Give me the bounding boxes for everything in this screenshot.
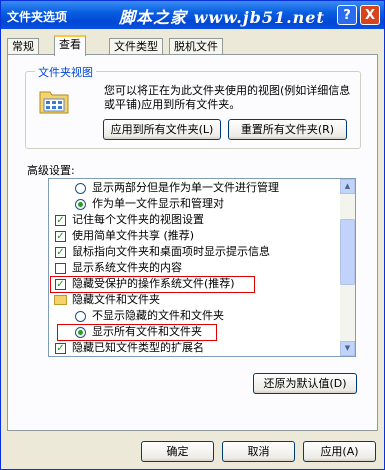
list-item[interactable]: 隐藏文件和文件夹 (49, 292, 341, 308)
list-item-label: 鼠标指向文件夹和桌面项时显示提示信息 (72, 245, 270, 258)
list-item[interactable]: 显示系统文件夹的内容 (49, 260, 341, 276)
list-item[interactable]: ✓ 鼠标指向文件夹和桌面项时显示提示信息 (49, 244, 341, 260)
list-item[interactable]: ✓ 隐藏已知文件类型的扩展名 (49, 340, 341, 356)
help-button[interactable]: ? (337, 5, 357, 25)
checkbox[interactable]: ✓ (55, 215, 66, 226)
list-item[interactable]: 不显示隐藏的文件和文件夹 (49, 308, 341, 324)
folder-icon (54, 295, 67, 305)
list-item[interactable]: 显示两部分但是作为单一文件进行管理 (49, 180, 341, 196)
window-title: 文件夹选项 (7, 10, 68, 24)
list-item-label: 隐藏文件和文件夹 (72, 293, 160, 306)
reset-all-folders-button[interactable]: 重置所有文件夹(R) (228, 119, 347, 140)
close-button[interactable]: X (360, 5, 380, 25)
checkbox[interactable]: ✓ (55, 231, 66, 242)
folder-views-legend: 文件夹视图 (35, 64, 96, 80)
list-item[interactable]: ✓ 记住每个文件夹的视图设置 (49, 212, 341, 228)
checkbox[interactable] (55, 263, 66, 274)
tab-file-types[interactable]: 文件类型 (109, 38, 163, 55)
scroll-down-arrow-icon[interactable]: ▼ (340, 341, 355, 356)
restore-defaults-button[interactable]: 还原为默认值(D) (253, 373, 357, 394)
tab-view[interactable]: 查看 (54, 35, 86, 56)
scroll-up-arrow-icon[interactable]: ▲ (340, 179, 355, 194)
list-item-label: 不显示隐藏的文件和文件夹 (92, 309, 224, 322)
list-item-label: 显示系统文件夹的内容 (72, 261, 182, 274)
radio-button[interactable] (75, 183, 86, 194)
list-item-label: 作为单一文件显示和管理对 (92, 197, 224, 210)
advanced-settings-label: 高级设置: (27, 164, 75, 177)
ok-button[interactable]: 确定 (141, 441, 214, 462)
advanced-settings-list[interactable]: 显示两部分但是作为单一文件进行管理 作为单一文件显示和管理对 ✓ 记住每个文件夹… (48, 178, 356, 357)
highlight-box (57, 324, 217, 341)
list-item-label: 隐藏已知文件类型的扩展名 (72, 341, 204, 354)
title-bar[interactable]: 文件夹选项 脚本之家 www.jb51.net ? X (1, 1, 384, 29)
apply-to-all-folders-button[interactable]: 应用到所有文件夹(L) (103, 119, 221, 140)
list-item[interactable]: 作为单一文件显示和管理对 (49, 196, 341, 212)
scrollbar[interactable]: ▲ ▼ (340, 179, 355, 356)
radio-button[interactable] (75, 199, 86, 210)
highlight-box (50, 276, 255, 293)
folder-options-window: 文件夹选项 脚本之家 www.jb51.net ? X 常规 查看 文件类型 脱… (0, 0, 385, 470)
tab-offline-files[interactable]: 脱机文件 (169, 38, 223, 55)
radio-button[interactable] (75, 311, 86, 322)
tab-general[interactable]: 常规 (7, 38, 39, 55)
list-item-label: 记住每个文件夹的视图设置 (72, 213, 204, 226)
list-item-label: 使用简单文件共享 (推荐) (72, 229, 195, 242)
checkbox[interactable]: ✓ (55, 343, 66, 354)
folder-views-description: 您可以将正在为此文件夹使用的视图(例如详细信息或平铺)应用到所有文件夹。 (104, 84, 351, 111)
list-item-label: 显示两部分但是作为单一文件进行管理 (92, 181, 279, 194)
apply-button[interactable]: 应用(A) (303, 441, 376, 462)
list-item[interactable]: ✓ 使用简单文件共享 (推荐) (49, 228, 341, 244)
cancel-button[interactable]: 取消 (222, 441, 295, 462)
folder-view-icon (39, 91, 69, 114)
scroll-thumb[interactable] (340, 219, 355, 285)
checkbox[interactable]: ✓ (55, 247, 66, 258)
watermark-text: 脚本之家 www.jb51.net (119, 8, 325, 27)
